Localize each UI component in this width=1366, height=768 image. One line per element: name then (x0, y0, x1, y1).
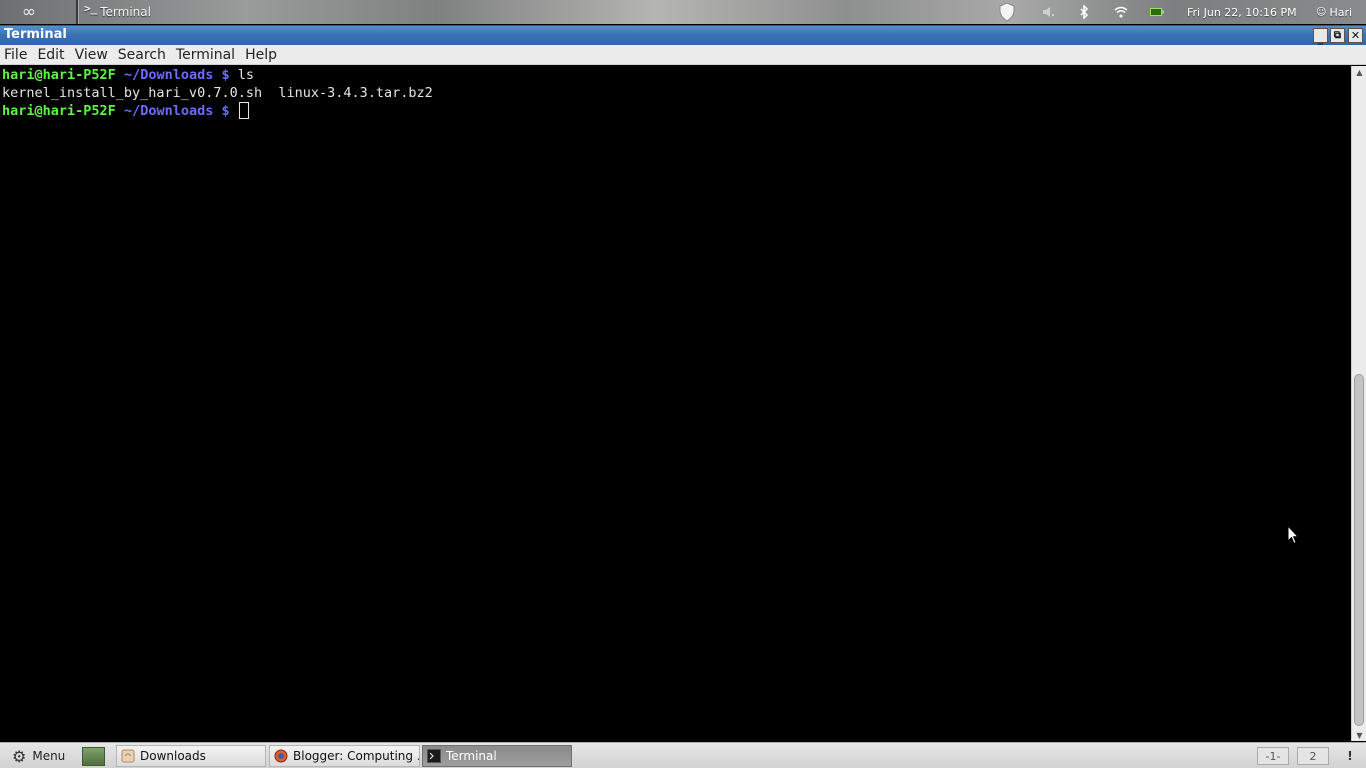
menu-button[interactable]: ⚙ Menu (12, 743, 65, 768)
shield-icon[interactable] (996, 0, 1018, 24)
prompt-user-host: hari@hari-P52F (2, 67, 116, 83)
menu-terminal[interactable]: Terminal (171, 45, 240, 65)
top-panel: ∞ >_ Terminal Fri Jun 22, 10:16 PM ☺ Har… (0, 0, 1366, 24)
prompt-path: ~/Downloads (123, 67, 214, 83)
user-menu[interactable]: ☺ Hari (1316, 0, 1352, 24)
wifi-icon[interactable] (1112, 0, 1130, 24)
task-label: Blogger: Computing ... (293, 749, 420, 763)
notification-icon[interactable]: ! (1344, 743, 1356, 768)
menu-help[interactable]: Help (240, 45, 282, 65)
active-window-label: Terminal (100, 5, 151, 19)
terminal-cursor (238, 101, 249, 119)
mouse-pointer-icon (1287, 525, 1299, 545)
menu-search[interactable]: Search (113, 45, 171, 65)
menu-view[interactable]: View (70, 45, 113, 65)
restore-icon: ⧉ (1333, 29, 1342, 41)
terminal-command: ls (237, 67, 255, 83)
browser-icon (274, 749, 288, 763)
task-label: Terminal (446, 749, 497, 763)
terminal-line: hari@hari-P52F ~/Downloads $ ls (2, 66, 1351, 84)
terminal-line: hari@hari-P52F ~/Downloads $ (2, 101, 1351, 120)
task-blogger[interactable]: Blogger: Computing ... (269, 745, 420, 767)
workspace-2[interactable]: 2 (1297, 747, 1329, 765)
window-titlebar[interactable]: Terminal _ ⧉ ✕ (0, 25, 1366, 45)
minimize-button[interactable]: _ (1313, 28, 1328, 45)
prompt-user-host: hari@hari-P52F (2, 103, 116, 119)
prompt-symbol: $ (221, 67, 230, 83)
user-icon: ☺ (1316, 6, 1327, 18)
window-title: Terminal (4, 27, 67, 42)
maximize-button[interactable]: ⧉ (1330, 28, 1345, 43)
scroll-down-icon[interactable]: ▼ (1352, 729, 1366, 741)
terminal-output: kernel_install_by_hari_v0.7.0.sh linux-3… (2, 85, 433, 101)
task-label: Downloads (140, 749, 206, 763)
prompt-path: ~/Downloads (123, 103, 214, 119)
menu-file[interactable]: File (0, 45, 32, 65)
active-window-button[interactable]: >_ Terminal (84, 0, 151, 24)
menu-edit[interactable]: Edit (32, 45, 69, 65)
task-downloads[interactable]: Downloads (116, 745, 266, 767)
scrollbar-thumb[interactable] (1354, 374, 1364, 726)
terminal-scrollbar[interactable]: ▲ ▼ (1351, 66, 1366, 741)
menu-label: Menu (32, 749, 66, 763)
folder-icon (121, 749, 135, 763)
terminal-area[interactable]: hari@hari-P52F ~/Downloads $ ls kernel_i… (0, 66, 1351, 741)
terminal-line: kernel_install_by_hari_v0.7.0.sh linux-3… (2, 84, 1351, 102)
close-icon: ✕ (1350, 29, 1361, 42)
menu-bar: File Edit View Search Terminal Help (0, 45, 1366, 65)
terminal-icon (427, 749, 441, 763)
terminal-icon: >_ (84, 1, 98, 15)
clock[interactable]: Fri Jun 22, 10:16 PM (1187, 0, 1297, 24)
bluetooth-icon[interactable] (1076, 0, 1092, 24)
infinity-icon[interactable]: ∞ (0, 0, 58, 24)
gear-icon: ⚙ (12, 746, 27, 766)
prompt-symbol: $ (221, 103, 230, 119)
battery-icon[interactable] (1148, 0, 1166, 24)
panel-separator (76, 0, 79, 24)
minimize-icon: _ (1317, 32, 1324, 45)
close-button[interactable]: ✕ (1348, 28, 1363, 43)
scroll-up-icon[interactable]: ▲ (1352, 66, 1366, 78)
show-desktop-icon[interactable] (82, 747, 105, 766)
workspace-1[interactable]: -1- (1257, 747, 1289, 765)
task-terminal[interactable]: Terminal (422, 745, 572, 767)
user-name: Hari (1329, 5, 1353, 19)
bottom-panel: ⚙ Menu Downloads Blogger: Computing ... … (0, 742, 1366, 768)
volume-icon[interactable] (1040, 0, 1058, 24)
